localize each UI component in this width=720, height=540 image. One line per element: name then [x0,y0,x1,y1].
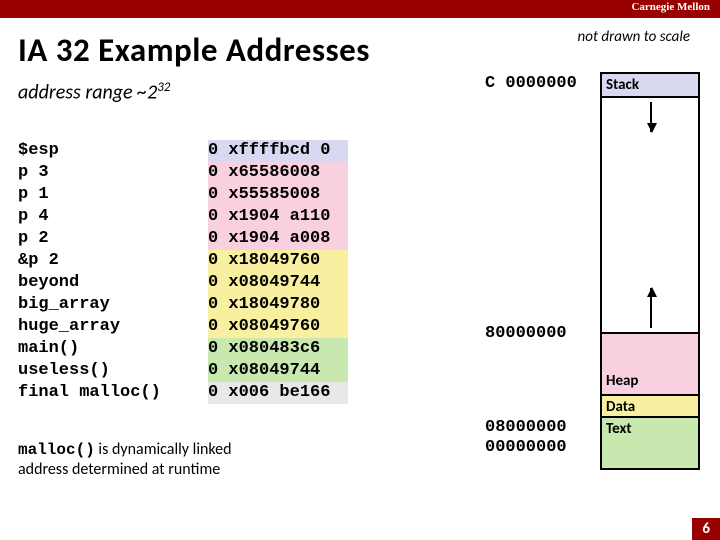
symbol-addr: 0 x08049760 [208,316,348,338]
memory-diagram: C 0000000 Stack 80000000 Heap Data Text … [495,72,700,492]
table-row: p 10 x55585008 [18,184,348,206]
symbol-name: &p 2 [18,250,208,272]
symbol-name: big_array [18,294,208,316]
scale-note: not drawn to scale [578,28,690,46]
symbol-addr: 0 x18049780 [208,294,348,316]
symbol-addr: 0 x18049760 [208,250,348,272]
page-number: 6 [692,518,720,540]
symbol-name: huge_array [18,316,208,338]
symbol-addr: 0 xffffbcd 0 [208,140,348,162]
symbol-name: p 4 [18,206,208,228]
table-row: huge_array0 x08049760 [18,316,348,338]
table-row: p 40 x1904 a110 [18,206,348,228]
symbol-name: useless() [18,360,208,382]
symbol-name: $esp [18,140,208,162]
symbol-name: p 2 [18,228,208,250]
arrow-down-icon [650,102,652,132]
table-row: p 30 x65586008 [18,162,348,184]
addr-low1: 08000000 [485,418,567,437]
symbol-name: p 3 [18,162,208,184]
institution-label: Carnegie Mellon [631,1,710,13]
region-stack: Stack [600,72,700,98]
symbol-addr: 0 x006 be166 [208,382,348,404]
symbol-addr: 0 x08049744 [208,360,348,382]
region-heap: Heap [600,332,700,396]
table-row: final malloc()0 x006 be166 [18,382,348,404]
table-row: &p 20 x18049760 [18,250,348,272]
symbol-name: p 1 [18,184,208,206]
addr-low2: 00000000 [485,438,567,457]
symbol-addr: 0 x080483c6 [208,338,348,360]
table-row: useless()0 x08049744 [18,360,348,382]
table-row: big_array0 x18049780 [18,294,348,316]
region-data: Data [600,394,700,418]
symbol-addr: 0 x55585008 [208,184,348,206]
symbol-addr: 0 x08049744 [208,272,348,294]
slide-title: IA 32 Example Addresses [18,30,370,70]
arrow-up-icon [650,288,652,328]
addr-mid: 80000000 [485,324,567,343]
symbol-addr: 0 x1904 a110 [208,206,348,228]
symbol-addr: 0 x65586008 [208,162,348,184]
table-row: beyond0 x08049744 [18,272,348,294]
table-row: main()0 x080483c6 [18,338,348,360]
address-range-label: address range ~232 [18,80,170,105]
region-text: Text [600,416,700,470]
symbol-addr: 0 x1904 a008 [208,228,348,250]
addr-top: C 0000000 [485,74,577,93]
table-row: $esp0 xffffbcd 0 [18,140,348,162]
symbol-name: main() [18,338,208,360]
malloc-note: malloc() is dynamically linked address d… [18,440,232,480]
table-row: p 20 x1904 a008 [18,228,348,250]
address-table: $esp0 xffffbcd 0p 30 x65586008p 10 x5558… [18,140,348,404]
symbol-name: final malloc() [18,382,208,404]
symbol-name: beyond [18,272,208,294]
